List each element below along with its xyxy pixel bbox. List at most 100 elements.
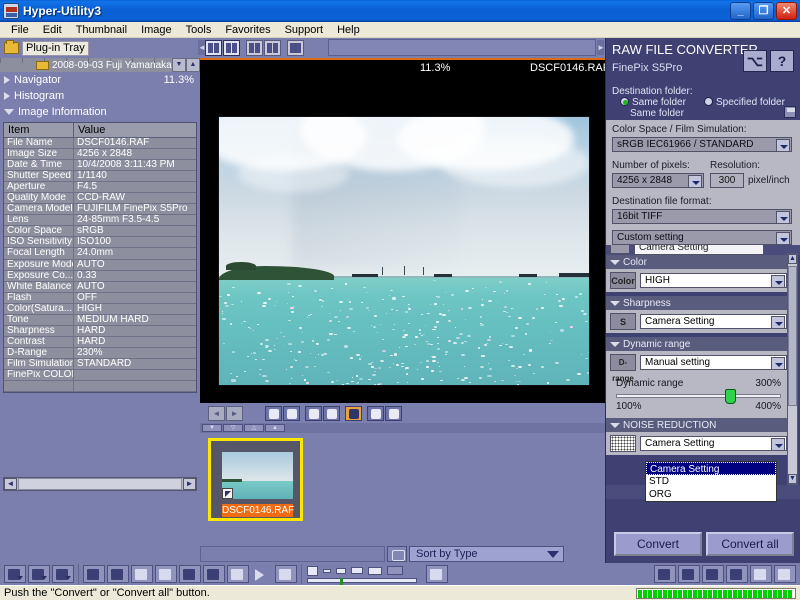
radio-same-folder[interactable]: Same folder (620, 97, 686, 108)
slider-knob[interactable] (340, 578, 343, 585)
table-row[interactable]: Exposure ModeAUTO (4, 260, 196, 271)
table-row[interactable]: Lens24-85mm F3.5-4.5 (4, 215, 196, 226)
size-xl-icon[interactable] (387, 566, 403, 575)
table-row[interactable]: Shutter Speed1/1140 (4, 171, 196, 182)
import-icon[interactable] (83, 565, 105, 583)
table-row[interactable]: Focal Length24.0mm (4, 248, 196, 259)
size-l-icon[interactable] (368, 567, 382, 575)
menu-favorites[interactable]: Favorites (218, 22, 277, 38)
plugin-1-icon[interactable] (654, 565, 676, 583)
view-single-icon[interactable] (205, 40, 222, 56)
copy-icon[interactable] (155, 565, 177, 583)
scroll-up-button[interactable]: ▲ (788, 254, 797, 264)
dropdown-option[interactable]: STD (646, 475, 776, 488)
scroll-down-button[interactable]: ▼ (788, 474, 797, 484)
table-row[interactable]: Date & Time10/4/2008 3:11:43 PM (4, 160, 196, 171)
compare-icon[interactable] (385, 406, 402, 421)
rotate-left-icon[interactable] (265, 406, 282, 421)
toolbar-scroll-left[interactable]: ◄ (198, 40, 205, 55)
sort-icon[interactable] (387, 546, 407, 562)
view-mode-1-icon[interactable] (4, 565, 26, 583)
accordion-histogram[interactable]: Histogram (0, 88, 200, 104)
view-detail-icon[interactable] (223, 40, 240, 56)
noise-reduction-dropdown-list[interactable]: Camera SettingSTDORG (645, 461, 777, 502)
color-dropdown[interactable]: HIGH (640, 273, 787, 288)
table-row[interactable]: ContrastHARD (4, 337, 196, 348)
resolution-input[interactable]: 300 (710, 173, 744, 188)
dropdown-option[interactable]: Camera Setting (646, 462, 776, 475)
slider-knob[interactable] (725, 389, 736, 404)
size-m-icon[interactable] (351, 567, 363, 574)
layout-grid-icon[interactable] (426, 565, 448, 583)
view-mode-3-icon[interactable] (52, 565, 74, 583)
view-grid-icon[interactable] (246, 40, 263, 56)
menu-file[interactable]: File (4, 22, 36, 38)
folder-up-button[interactable]: ▲ (186, 58, 200, 72)
export-icon[interactable] (107, 565, 129, 583)
menu-edit[interactable]: Edit (36, 22, 69, 38)
dynamic-range-slider[interactable] (616, 394, 781, 398)
plugin-4-icon[interactable] (726, 565, 748, 583)
table-row[interactable]: Film SimulationSTANDARD (4, 359, 196, 370)
pixels-dropdown[interactable]: 4256 x 2848 (612, 173, 704, 188)
table-row[interactable]: Color(Satura...HIGH (4, 304, 196, 315)
table-row[interactable]: Color SpacesRGB (4, 226, 196, 237)
section-header-color[interactable]: Color (606, 255, 791, 269)
menu-tools[interactable]: Tools (179, 22, 219, 38)
dynamic-range-mode-dropdown[interactable]: Manual setting (640, 355, 787, 370)
zoom-out-icon[interactable] (323, 406, 340, 421)
maximize-button[interactable]: ❐ (753, 2, 774, 20)
pan-hand-icon[interactable] (345, 406, 362, 421)
sharpness-dropdown[interactable]: Camera Setting (640, 314, 787, 329)
save-icon[interactable] (784, 106, 796, 118)
close-button[interactable]: ✕ (776, 2, 797, 20)
minimize-button[interactable]: _ (730, 2, 751, 20)
menu-image[interactable]: Image (134, 22, 179, 38)
next-image-button[interactable]: ► (226, 406, 243, 421)
table-row[interactable]: Image Size4256 x 2848 (4, 149, 196, 160)
sort-marker-1[interactable]: ▼ (202, 424, 222, 432)
prev-image-button[interactable]: ◄ (208, 406, 225, 421)
table-row[interactable] (4, 381, 196, 392)
table-row[interactable]: File NameDSCF0146.RAF (4, 138, 196, 149)
hscroll-right-button[interactable]: ► (183, 478, 196, 490)
section-header-dynamic-range[interactable]: Dynamic range (606, 337, 791, 351)
radio-specified-folder[interactable]: Specified folder (704, 97, 785, 108)
accordion-navigator[interactable]: Navigator 11.3% (0, 72, 200, 88)
plugin-3-icon[interactable] (702, 565, 724, 583)
size-xs-icon[interactable] (323, 569, 331, 573)
accordion-image-information[interactable]: Image Information (0, 104, 200, 120)
sort-marker-2[interactable]: ▽ (223, 424, 243, 432)
scrollbar-thumb[interactable] (788, 266, 797, 406)
delete-icon[interactable] (131, 565, 153, 583)
table-row[interactable]: ISO SensitivityISO100 (4, 237, 196, 248)
size-grid-icon[interactable] (307, 566, 318, 576)
dropdown-option[interactable]: ORG (646, 488, 776, 501)
convert-all-button[interactable]: Convert all (706, 532, 794, 556)
table-row[interactable]: FlashOFF (4, 293, 196, 304)
color-space-dropdown[interactable]: sRGB IEC61966 / STANDARD (612, 137, 792, 152)
plugin-2-icon[interactable] (678, 565, 700, 583)
hscroll-left-button[interactable]: ◄ (4, 478, 17, 490)
folder-down-button[interactable]: ▼ (172, 58, 186, 72)
thumbnail-item[interactable]: DSCF0146.RAF (208, 438, 303, 521)
view-list-icon[interactable] (264, 40, 281, 56)
info-table-hscrollbar[interactable]: ◄ ► (3, 477, 197, 491)
print-icon[interactable] (203, 565, 225, 583)
table-row[interactable]: ToneMEDIUM HARD (4, 315, 196, 326)
slideshow-icon[interactable] (227, 565, 249, 583)
table-row[interactable]: Quality ModeCCD-RAW (4, 193, 196, 204)
zoom-in-icon[interactable] (305, 406, 322, 421)
settings-wrench-icon[interactable] (275, 565, 297, 583)
plugin-tray[interactable]: Plug-in Tray (0, 38, 200, 58)
help-icon[interactable]: ? (770, 50, 794, 72)
raw-panel-scrollbar[interactable]: ▲ ▼ (787, 253, 798, 485)
move-icon[interactable] (179, 565, 201, 583)
menu-thumbnail[interactable]: Thumbnail (69, 22, 134, 38)
play-icon[interactable] (251, 565, 273, 583)
folder-strip[interactable]: 2008-09-03 Fuji Yamanaka ▼ ▲ (0, 58, 200, 72)
plugin-5-icon[interactable] (750, 565, 772, 583)
menu-support[interactable]: Support (278, 22, 331, 38)
table-row[interactable]: ApertureF4.5 (4, 182, 196, 193)
table-row[interactable]: Exposure Co...0.33 (4, 271, 196, 282)
